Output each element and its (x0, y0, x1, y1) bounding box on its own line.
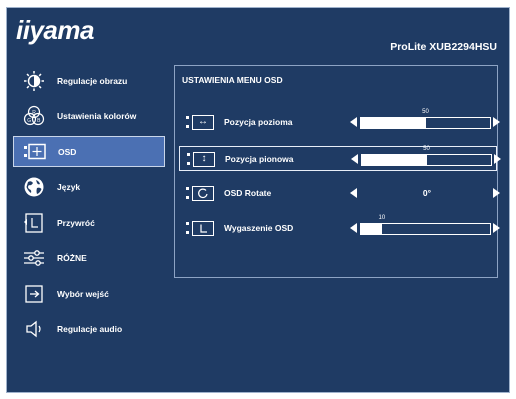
brand-logo: iiyama (16, 15, 94, 45)
slider[interactable]: 10 (360, 215, 491, 235)
sidebar-item-label: Regulacje audio (57, 324, 123, 334)
setting-row-vertical-position[interactable]: ↕ Pozycja pionowa 50 (179, 146, 501, 171)
setting-row-osd-rotate[interactable]: OSD Rotate 0° (179, 181, 500, 206)
sidebar-item-misc[interactable]: RÓŻNE (13, 243, 165, 274)
sidebar-item-label: OSD (58, 146, 77, 157)
slider[interactable]: 50 (361, 146, 492, 166)
sidebar-item-label: Język (57, 182, 81, 192)
decrease-arrow-icon[interactable] (350, 117, 357, 127)
speaker-icon (23, 318, 45, 340)
sliders-icon (23, 247, 45, 269)
setting-row-osd-timeout[interactable]: Wygaszenie OSD 10 (179, 215, 500, 241)
svg-text:R: R (32, 110, 36, 116)
svg-text:G: G (27, 118, 31, 124)
sidebar-item-color[interactable]: R G B Ustawienia kolorów (13, 101, 165, 132)
setting-label: Wygaszenie OSD (224, 223, 294, 233)
sidebar-item-label: Regulacje obrazu (57, 75, 128, 86)
osd-position-icon (24, 141, 46, 163)
increase-arrow-icon[interactable] (494, 154, 501, 164)
sidebar-item-label: Ustawienia kolorów (57, 111, 137, 121)
reset-icon (23, 212, 45, 234)
setting-row-horizontal-position[interactable]: ↔ Pozycja pozioma 50 (179, 109, 500, 135)
slider-fill (360, 223, 382, 235)
sidebar-item-picture[interactable]: Regulacje obrazu (13, 65, 165, 96)
decrease-arrow-icon[interactable] (350, 223, 357, 233)
timer-icon (186, 220, 216, 236)
osd-window: iiyama ProLite XUB2294HSU Regulacje obra… (6, 7, 510, 393)
panel-title: USTAWIENIA MENU OSD (182, 75, 283, 85)
slider-value: 50 (423, 146, 430, 152)
slider[interactable]: 50 (360, 109, 491, 129)
rotate-value: 0° (422, 188, 432, 198)
sidebar-item-audio[interactable]: Regulacje audio (13, 314, 165, 345)
sidebar-item-label: Przywróć (57, 217, 95, 228)
sidebar-item-osd[interactable]: OSD (13, 136, 165, 167)
globe-icon (23, 176, 45, 198)
sidebar-item-input[interactable]: Wybór wejść (13, 278, 165, 309)
increase-arrow-icon[interactable] (493, 117, 500, 127)
slider-fill (361, 154, 427, 166)
sidebar-item-language[interactable]: Język (13, 172, 165, 203)
sidebar-item-label: Wybór wejść (57, 288, 109, 299)
setting-label: Pozycja pozioma (224, 117, 293, 127)
slider-fill (360, 117, 426, 129)
setting-label: OSD Rotate (224, 188, 272, 198)
brightness-icon (23, 70, 45, 92)
horizontal-position-icon: ↔ (186, 114, 216, 130)
sidebar-item-reset[interactable]: Przywróć (13, 207, 165, 238)
model-name: ProLite XUB2294HSU (390, 41, 497, 53)
osd-settings-panel: USTAWIENIA MENU OSD ↔ Pozycja pozioma 50… (174, 65, 501, 278)
rotate-icon (186, 185, 216, 201)
decrease-arrow-icon[interactable] (350, 188, 357, 198)
slider-value: 10 (378, 215, 386, 221)
vertical-position-icon: ↕ (187, 151, 217, 167)
increase-arrow-icon[interactable] (493, 223, 500, 233)
slider-value: 50 (422, 109, 429, 115)
rgb-icon: R G B (23, 105, 45, 127)
input-icon (23, 283, 45, 305)
sidebar-menu: Regulacje obrazu R G B Ustawienia koloró… (13, 65, 165, 349)
increase-arrow-icon[interactable] (493, 188, 500, 198)
sidebar-item-label: RÓŻNE (57, 253, 87, 263)
decrease-arrow-icon[interactable] (351, 154, 358, 164)
svg-text:B: B (37, 118, 41, 124)
setting-label: Pozycja pionowa (225, 154, 294, 164)
